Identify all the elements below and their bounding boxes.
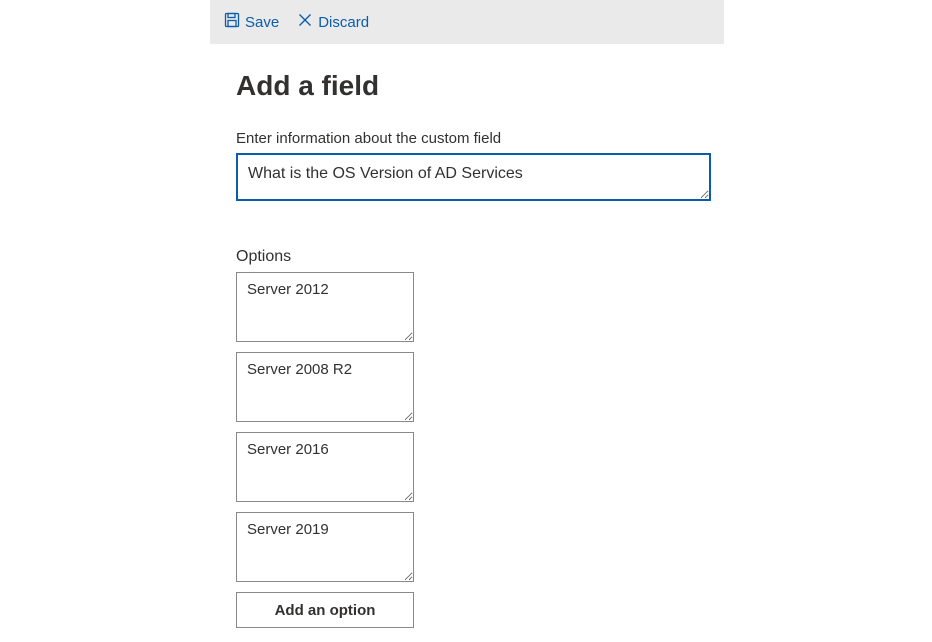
option-input[interactable] (236, 352, 414, 422)
close-icon (297, 12, 313, 32)
page-title: Add a field (236, 70, 932, 102)
options-label: Options (236, 248, 932, 266)
option-input[interactable] (236, 432, 414, 502)
field-description-label: Enter information about the custom field (236, 130, 932, 147)
discard-button[interactable]: Discard (297, 12, 369, 32)
toolbar: Save Discard (210, 0, 724, 44)
option-input[interactable] (236, 512, 414, 582)
add-option-button[interactable]: Add an option (236, 592, 414, 628)
content-area: Add a field Enter information about the … (0, 44, 932, 628)
field-description-input[interactable] (236, 153, 711, 201)
save-icon (224, 12, 240, 32)
save-button[interactable]: Save (224, 12, 279, 32)
save-label: Save (245, 14, 279, 31)
option-input[interactable] (236, 272, 414, 342)
options-section: Options Add an option (236, 248, 932, 628)
discard-label: Discard (318, 14, 369, 31)
